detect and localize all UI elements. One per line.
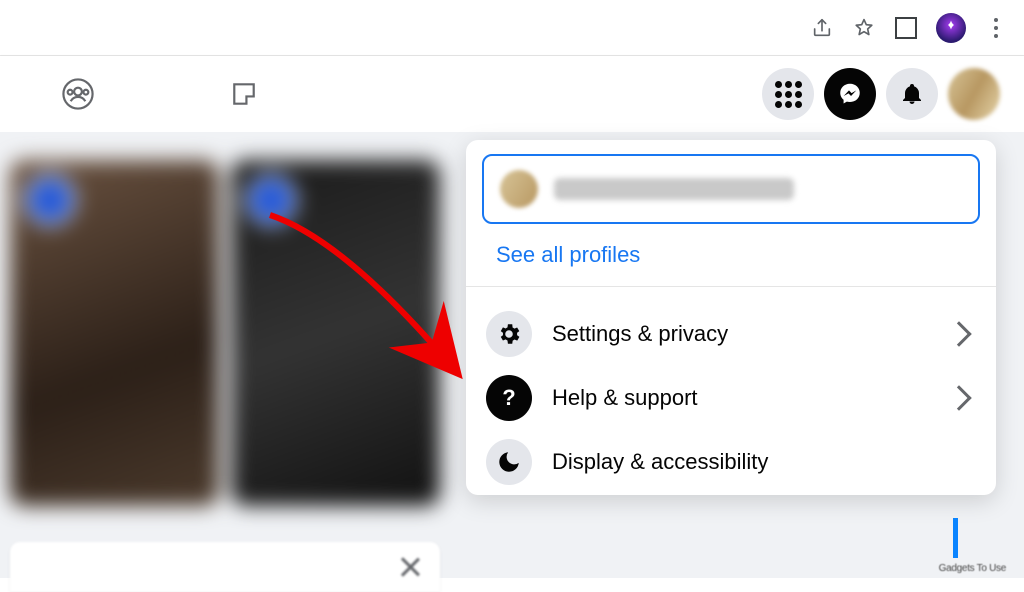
see-all-profiles[interactable]: See all profiles	[466, 232, 996, 287]
text-cursor-icon	[953, 518, 958, 558]
avatar	[500, 170, 538, 208]
notifications-button[interactable]	[886, 68, 938, 120]
tab-gaming[interactable]	[226, 76, 262, 112]
menu-item-label: Settings & privacy	[552, 321, 930, 347]
bookmark-star-icon[interactable]	[852, 16, 876, 40]
menu-item-settings-privacy[interactable]: Settings & privacy	[486, 311, 976, 357]
gear-icon	[486, 311, 532, 357]
help-icon: ?	[486, 375, 532, 421]
close-icon[interactable]	[398, 555, 422, 579]
story-card[interactable]	[10, 160, 219, 506]
chevron-right-icon	[946, 321, 971, 346]
dismiss-card	[10, 542, 440, 592]
profile-switcher-row[interactable]	[482, 154, 980, 224]
topbar-actions	[762, 68, 1000, 120]
moon-icon	[486, 439, 532, 485]
chevron-right-icon	[946, 385, 971, 410]
tab-groups[interactable]	[60, 76, 96, 112]
share-icon[interactable]	[810, 16, 834, 40]
account-menu-list: Settings & privacy ? Help & support Disp…	[466, 311, 996, 485]
stories-row	[10, 160, 440, 506]
menu-item-display-accessibility[interactable]: Display & accessibility	[486, 439, 976, 485]
account-dropdown: See all profiles Settings & privacy ? He…	[466, 140, 996, 495]
content-area: See all profiles Settings & privacy ? He…	[0, 132, 1024, 578]
kebab-menu-icon[interactable]	[984, 16, 1008, 40]
story-card[interactable]	[231, 160, 440, 506]
menu-item-label: Help & support	[552, 385, 930, 411]
grid-icon	[775, 81, 802, 108]
menu-item-label: Display & accessibility	[552, 449, 976, 475]
nav-tabs	[60, 76, 262, 112]
see-all-profiles-link[interactable]: See all profiles	[496, 242, 640, 267]
menu-button[interactable]	[762, 68, 814, 120]
messenger-icon	[837, 81, 863, 107]
browser-profile-avatar[interactable]	[936, 13, 966, 43]
profile-name-redacted	[554, 178, 794, 200]
panel-icon[interactable]	[894, 16, 918, 40]
messenger-button[interactable]	[824, 68, 876, 120]
browser-toolbar	[0, 0, 1024, 56]
account-button[interactable]	[948, 68, 1000, 120]
menu-item-help-support[interactable]: ? Help & support	[486, 375, 976, 421]
watermark: Gadgets To Use	[939, 563, 1006, 574]
bell-icon	[900, 82, 924, 106]
app-topbar	[0, 56, 1024, 132]
